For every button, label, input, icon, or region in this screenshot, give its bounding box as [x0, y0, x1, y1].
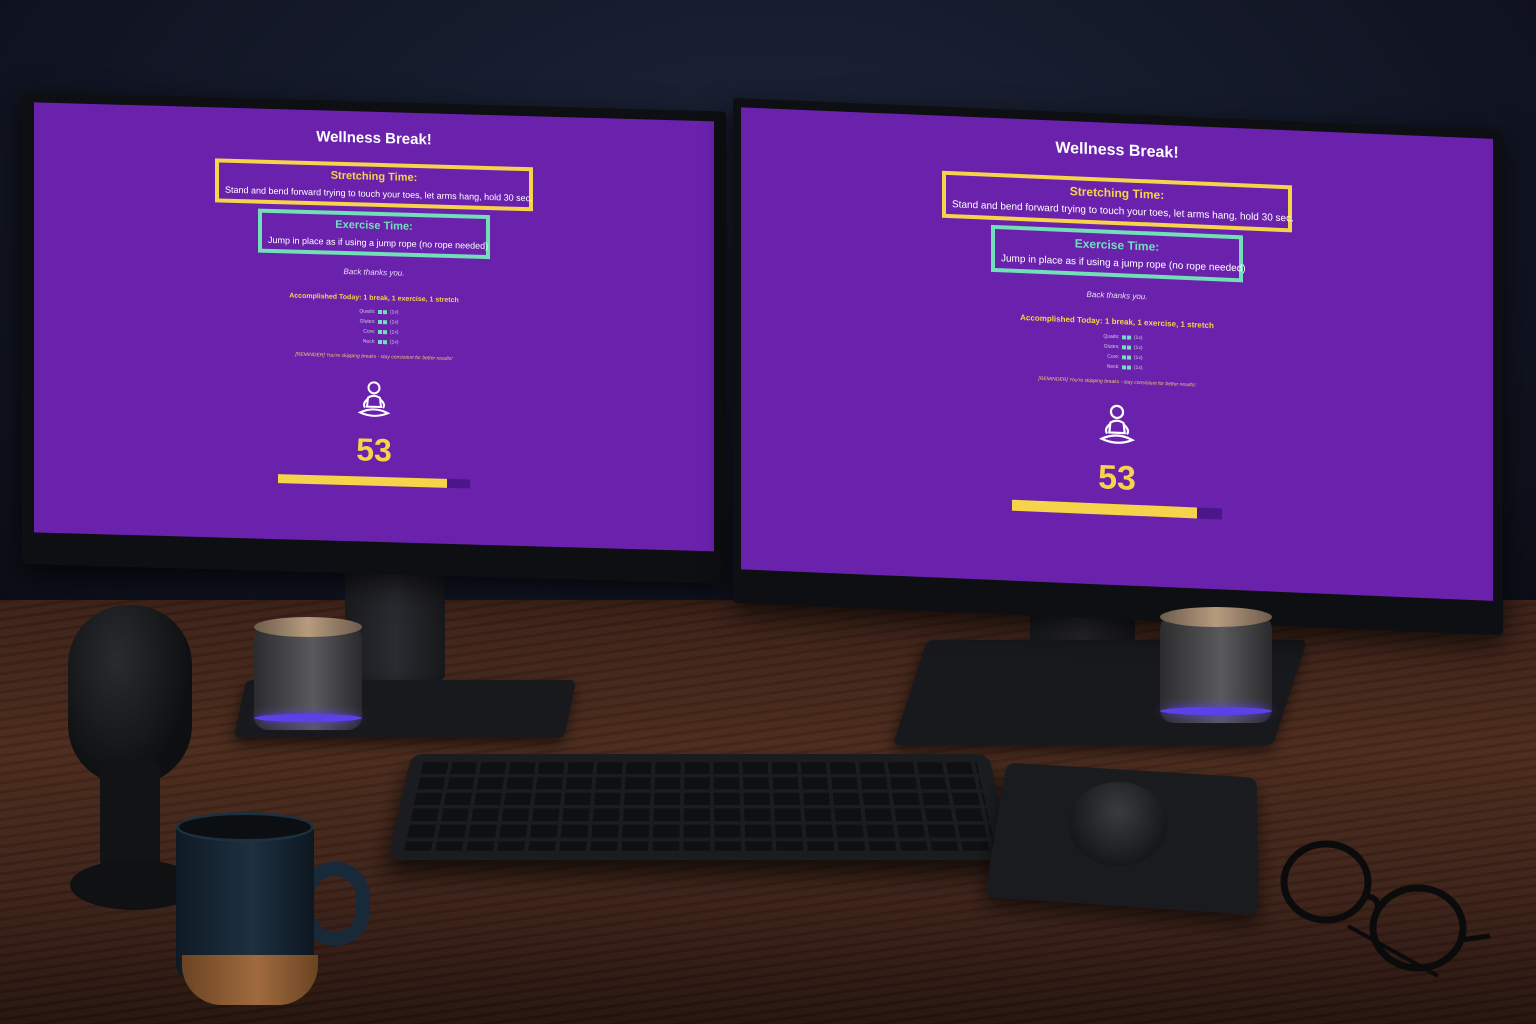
mouse[interactable]: [1068, 782, 1168, 866]
meditation-figure-icon: [1098, 404, 1136, 444]
body-part-tally: Quads: (1x) Glutes: (1x) Core: (1x) Neck…: [1091, 331, 1142, 373]
tally-square: [1122, 335, 1127, 340]
wellness-break-app: Wellness Break! Stretching Time: Stand a…: [34, 102, 714, 495]
tally-square: [383, 340, 388, 345]
exercise-heading: Exercise Time:: [335, 218, 413, 233]
tally-square: [378, 339, 383, 345]
right-monitor-screen: Wellness Break! Stretching Time: Stand a…: [741, 107, 1493, 601]
tally-square: [378, 319, 383, 325]
exercise-panel: Exercise Time: Jump in place as if using…: [991, 224, 1246, 283]
wellness-break-app: Wellness Break! Stretching Time: Stand a…: [741, 107, 1493, 531]
keyboard[interactable]: [387, 754, 1013, 861]
countdown-progress-bar: [278, 474, 470, 489]
right-monitor: Wellness Break! Stretching Time: Stand a…: [733, 98, 1503, 636]
countdown-progress-fill: [1012, 499, 1197, 519]
tally-row: Neck: (1x): [1106, 363, 1143, 372]
left-monitor-screen: Wellness Break! Stretching Time: Stand a…: [34, 102, 714, 552]
microphone: [68, 605, 192, 785]
countdown-progress-fill: [278, 474, 447, 488]
tally-square: [1122, 355, 1127, 360]
countdown-progress-bar: [1012, 499, 1222, 520]
tally-square: [1127, 365, 1132, 370]
tally-square: [1127, 335, 1132, 340]
tally-square: [1127, 345, 1132, 350]
microphone-stand: [100, 760, 160, 870]
tally-square: [383, 310, 388, 315]
exercise-instruction: Jump in place as if using a jump rope (n…: [1001, 253, 1246, 275]
app-title: Wellness Break!: [1055, 139, 1179, 162]
left-speaker: [254, 617, 362, 730]
tally-square: [383, 330, 388, 335]
countdown-timer: 53: [356, 431, 392, 469]
tally-square: [1122, 345, 1127, 350]
mug-cork-base: [182, 955, 318, 1005]
exercise-panel: Exercise Time: Jump in place as if using…: [258, 208, 490, 260]
tally-square: [1122, 365, 1127, 370]
exercise-instruction: Jump in place as if using a jump rope (n…: [268, 234, 489, 252]
tally-square: [1127, 355, 1132, 360]
body-part-tally: Quads: (1x) Glutes: (1x) Core: (1x) Neck…: [349, 306, 398, 347]
stretching-panel: Stretching Time: Stand and bend forward …: [942, 170, 1294, 233]
app-title: Wellness Break!: [316, 128, 432, 149]
left-monitor: Wellness Break! Stretching Time: Stand a…: [22, 92, 726, 584]
reminder-text: [REMINDER] You're skipping breaks - stay…: [295, 351, 453, 363]
tally-square: [378, 329, 383, 335]
exercise-heading: Exercise Time:: [1074, 236, 1160, 254]
thanks-message: Back thanks you.: [343, 266, 405, 278]
stretching-instruction: Stand and bend forward trying to touch y…: [225, 184, 533, 204]
stretching-heading: Stretching Time:: [330, 169, 418, 185]
right-speaker: [1160, 607, 1272, 723]
mug-rim: [176, 812, 314, 842]
stretching-panel: Stretching Time: Stand and bend forward …: [215, 158, 533, 212]
tally-square: [383, 320, 388, 325]
tally-row: Neck: (1x): [362, 338, 399, 346]
tally-square: [378, 309, 383, 315]
eyeglasses-icon: [1280, 840, 1491, 978]
meditation-figure-icon: [357, 381, 391, 417]
